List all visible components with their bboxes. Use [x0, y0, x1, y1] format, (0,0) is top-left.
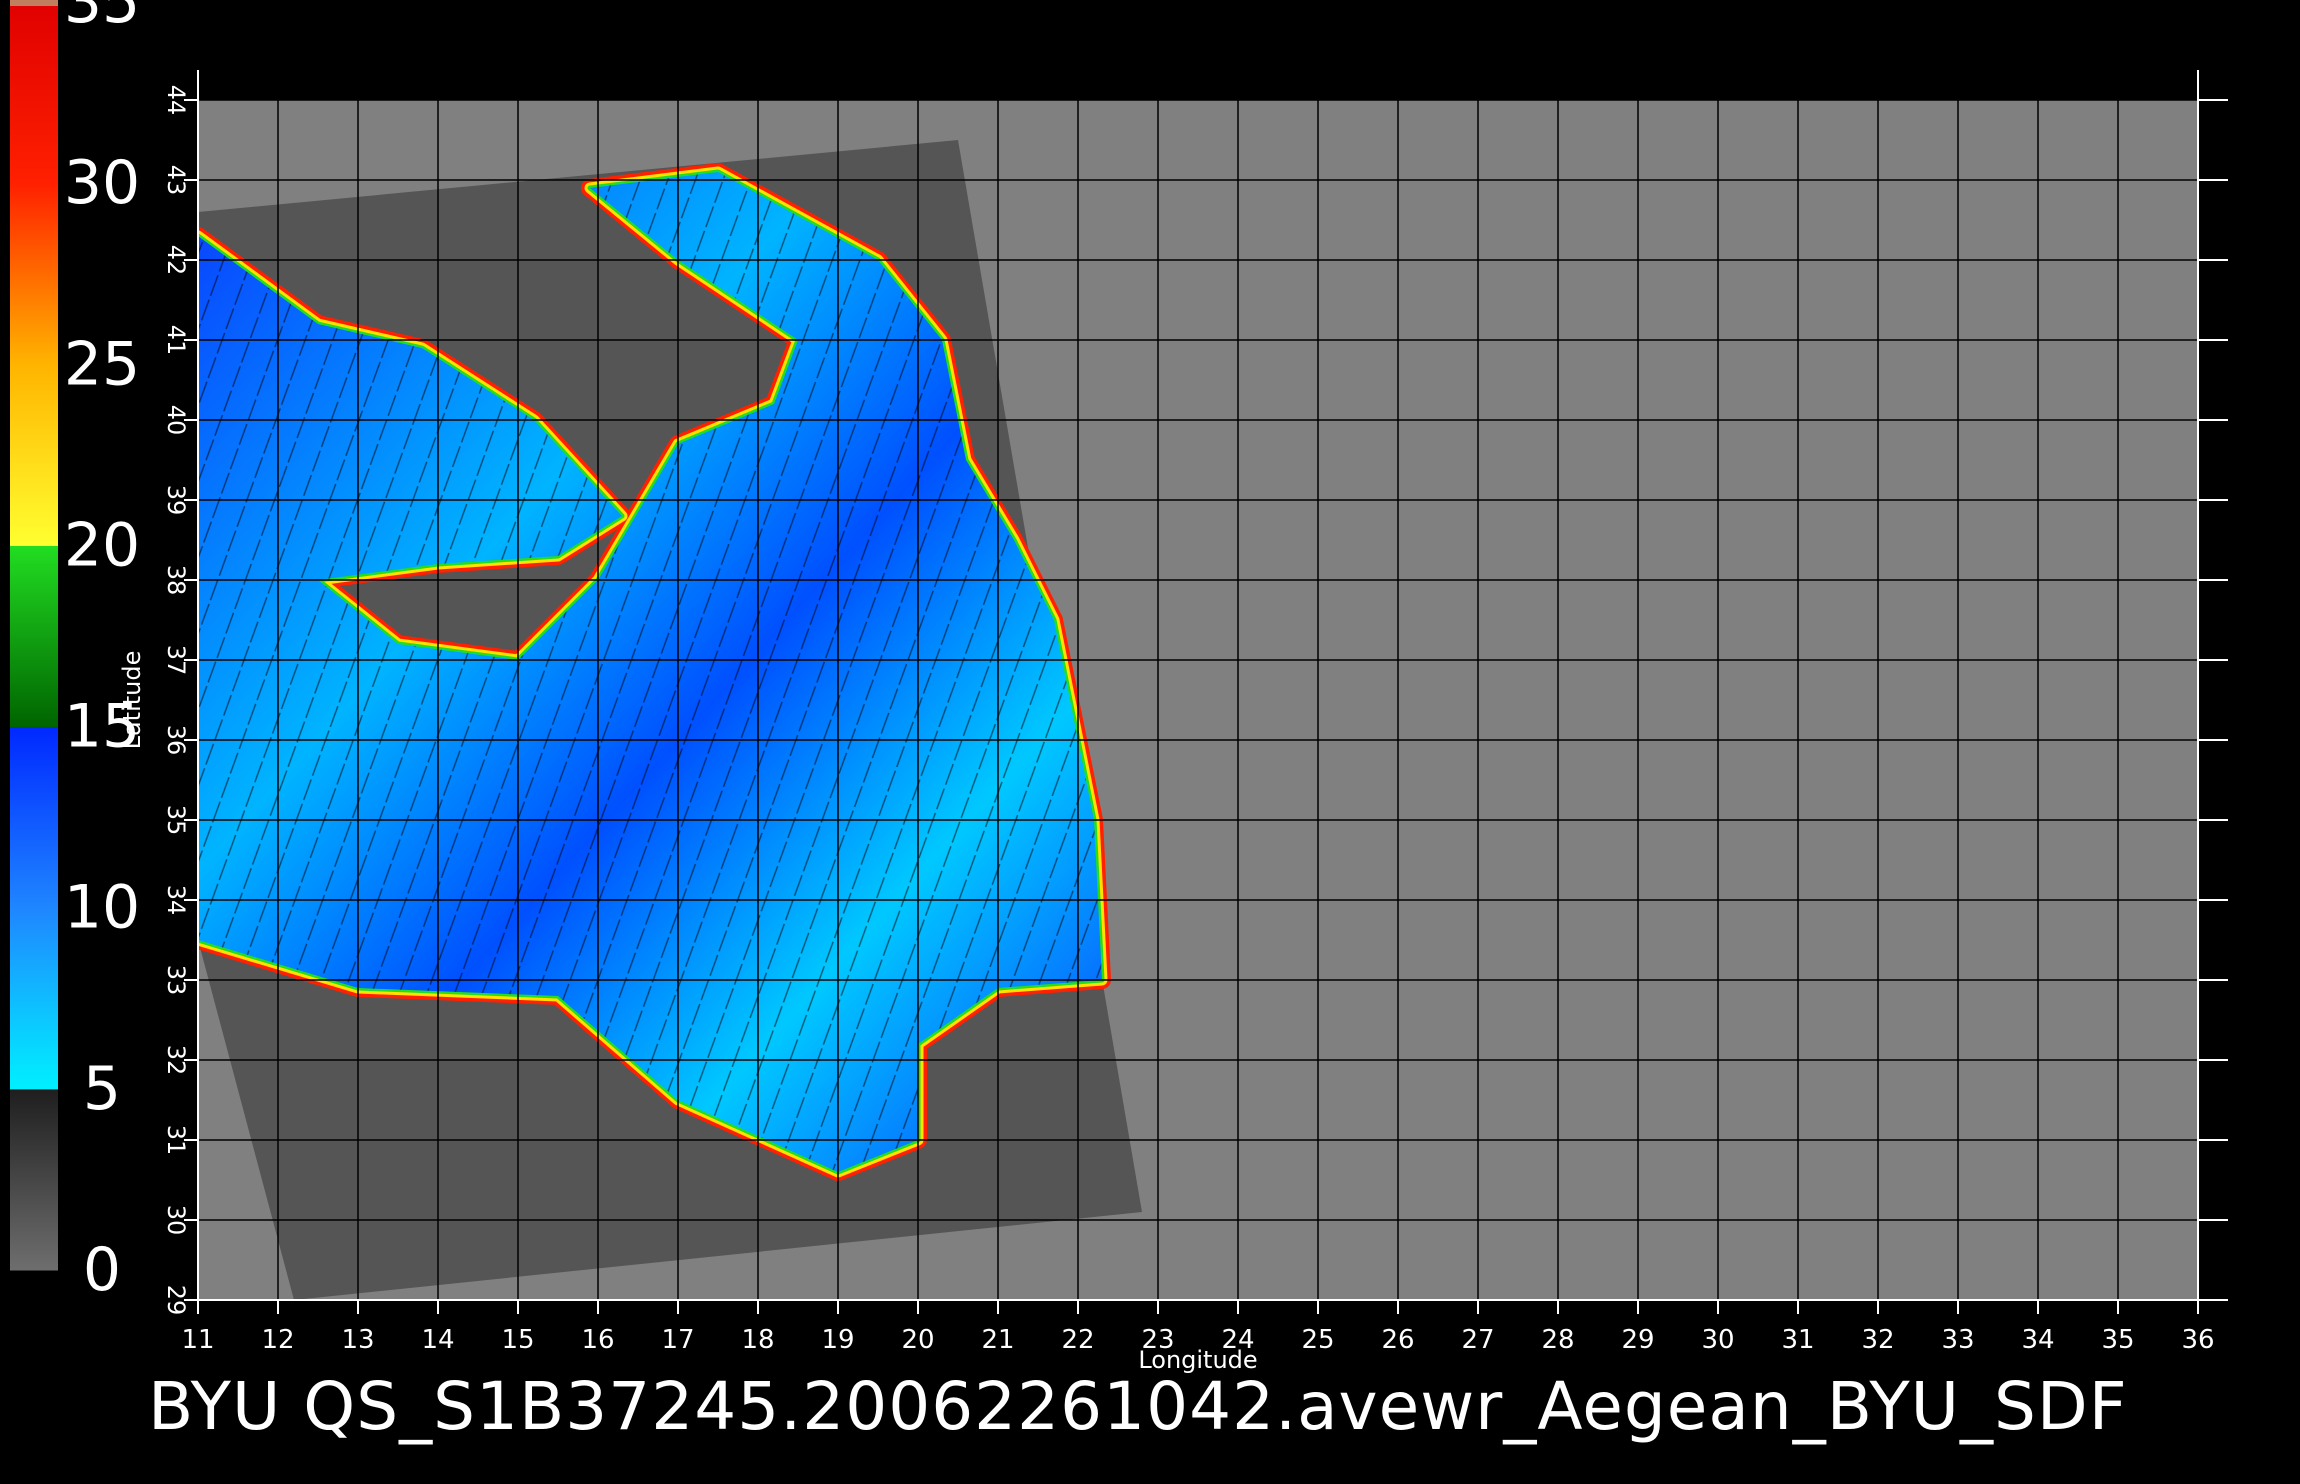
y-tick-label: 39 — [162, 485, 190, 516]
colorbar-tick-label: 0 — [83, 1235, 121, 1305]
y-tick-label: 29 — [162, 1285, 190, 1316]
x-tick-label: 15 — [501, 1325, 534, 1355]
x-tick-label: 29 — [1621, 1325, 1654, 1355]
x-tick-label: 21 — [981, 1325, 1014, 1355]
y-tick-label: 37 — [162, 645, 190, 676]
x-tick-label: 16 — [581, 1325, 614, 1355]
x-tick-label: 26 — [1381, 1325, 1414, 1355]
colorbar-top-cap — [10, 0, 58, 6]
y-tick-label: 34 — [162, 885, 190, 916]
y-tick-label: 31 — [162, 1125, 190, 1156]
x-tick-label: 17 — [661, 1325, 694, 1355]
x-tick-label: 28 — [1541, 1325, 1574, 1355]
map-plot: 11 12 13 14 15 16 17 18 19 20 21 22 23 24 25 26 27 28 29 30… — [10, 0, 2228, 1374]
colorbar-tick-label: 20 — [64, 510, 140, 580]
colorbar-segment — [10, 1088, 58, 1271]
y-tick-label: 42 — [162, 245, 190, 276]
x-tick-label: 33 — [1941, 1325, 1974, 1355]
x-tick-label: 12 — [261, 1325, 294, 1355]
y-tick-label: 33 — [162, 965, 190, 996]
y-tick-label: 44 — [162, 85, 190, 116]
x-tick-label: 14 — [421, 1325, 454, 1355]
colorbar-tick-label: 5 — [83, 1054, 121, 1124]
x-tick-label: 18 — [741, 1325, 774, 1355]
colorbar-segment — [10, 183, 58, 365]
colorbar-tick-label: 30 — [64, 148, 140, 218]
x-tick-label: 35 — [2101, 1325, 2134, 1355]
wind-speed-map: 11 12 13 14 15 16 17 18 19 20 21 22 23 24 25 26 27 28 29 30… — [0, 0, 2300, 1480]
x-tick-label: 34 — [2021, 1325, 2054, 1355]
y-tick-label: 38 — [162, 565, 190, 596]
x-tick-label: 32 — [1861, 1325, 1894, 1355]
colorbar-segment — [10, 364, 58, 546]
x-tick-label: 22 — [1061, 1325, 1094, 1355]
colorbar-tick-label: 15 — [64, 692, 140, 762]
colorbar-segment — [10, 907, 58, 1090]
x-tick-label: 13 — [341, 1325, 374, 1355]
colorbar-tick-label: 10 — [64, 873, 140, 943]
x-tick-label: 31 — [1781, 1325, 1814, 1355]
y-tick-label: 43 — [162, 165, 190, 196]
x-tick-label: 30 — [1701, 1325, 1734, 1355]
y-tick-label: 41 — [162, 325, 190, 356]
colorbar-segment — [10, 726, 58, 909]
footer-title: BYU QS_S1B37245.20062261042.avewr_Aegean… — [148, 1368, 2128, 1445]
colorbar-segment — [10, 545, 58, 728]
y-tick-label: 32 — [162, 1045, 190, 1076]
colorbar-tick-label: 25 — [64, 329, 140, 399]
colorbar-tick-label: 35 — [64, 0, 140, 37]
x-tick-label: 11 — [181, 1325, 214, 1355]
y-tick-label: 30 — [162, 1205, 190, 1236]
x-tick-label: 36 — [2181, 1325, 2214, 1355]
x-tick-label: 25 — [1301, 1325, 1334, 1355]
x-tick-label: 27 — [1461, 1325, 1494, 1355]
colorbar-segment — [10, 2, 58, 184]
x-tick-label: 19 — [821, 1325, 854, 1355]
x-tick-label: 20 — [901, 1325, 934, 1355]
y-tick-label: 36 — [162, 725, 190, 756]
y-tick-label: 40 — [162, 405, 190, 436]
y-tick-label: 35 — [162, 805, 190, 836]
